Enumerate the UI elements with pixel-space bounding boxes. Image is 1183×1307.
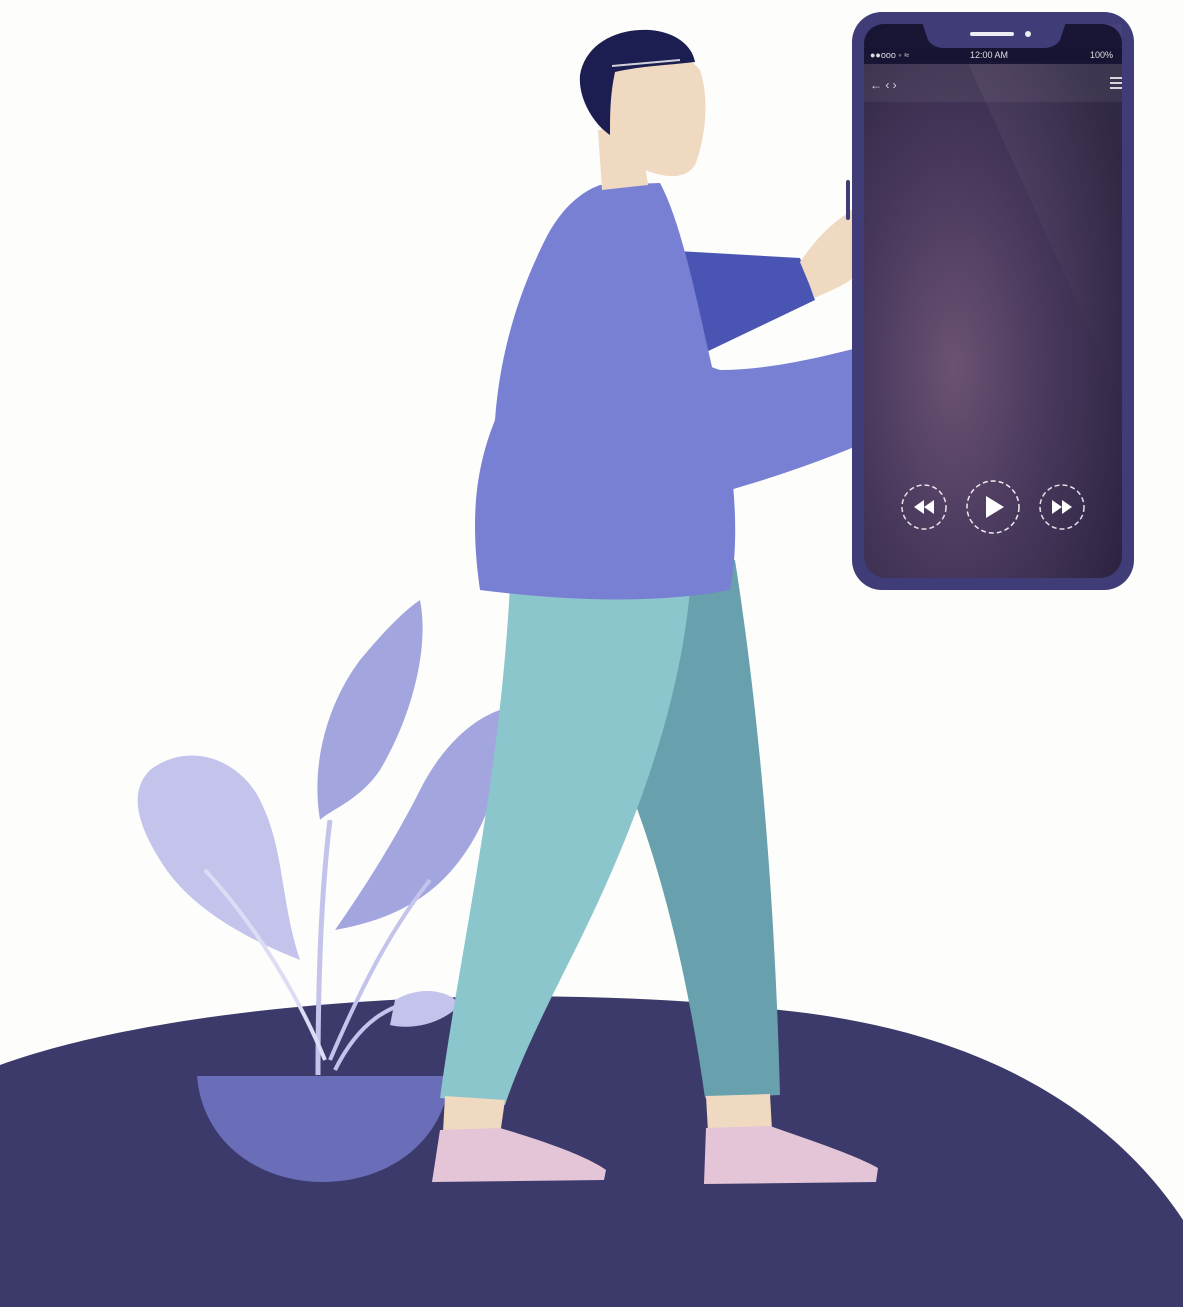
status-carrier: ●●ooo ◦ ≈ [870,50,909,60]
status-battery: 100% [1090,50,1113,60]
app-header-nav[interactable]: ← ‹ › [870,78,897,92]
phone: ●●ooo ◦ ≈ 12:00 AM 100% ← ‹ › [846,12,1134,590]
illustration-scene: ●●ooo ◦ ≈ 12:00 AM 100% ← ‹ › [0,12,1183,1307]
menu-icon[interactable] [1110,77,1122,89]
ground-shape [0,996,1183,1307]
status-time: 12:00 AM [970,50,1008,60]
